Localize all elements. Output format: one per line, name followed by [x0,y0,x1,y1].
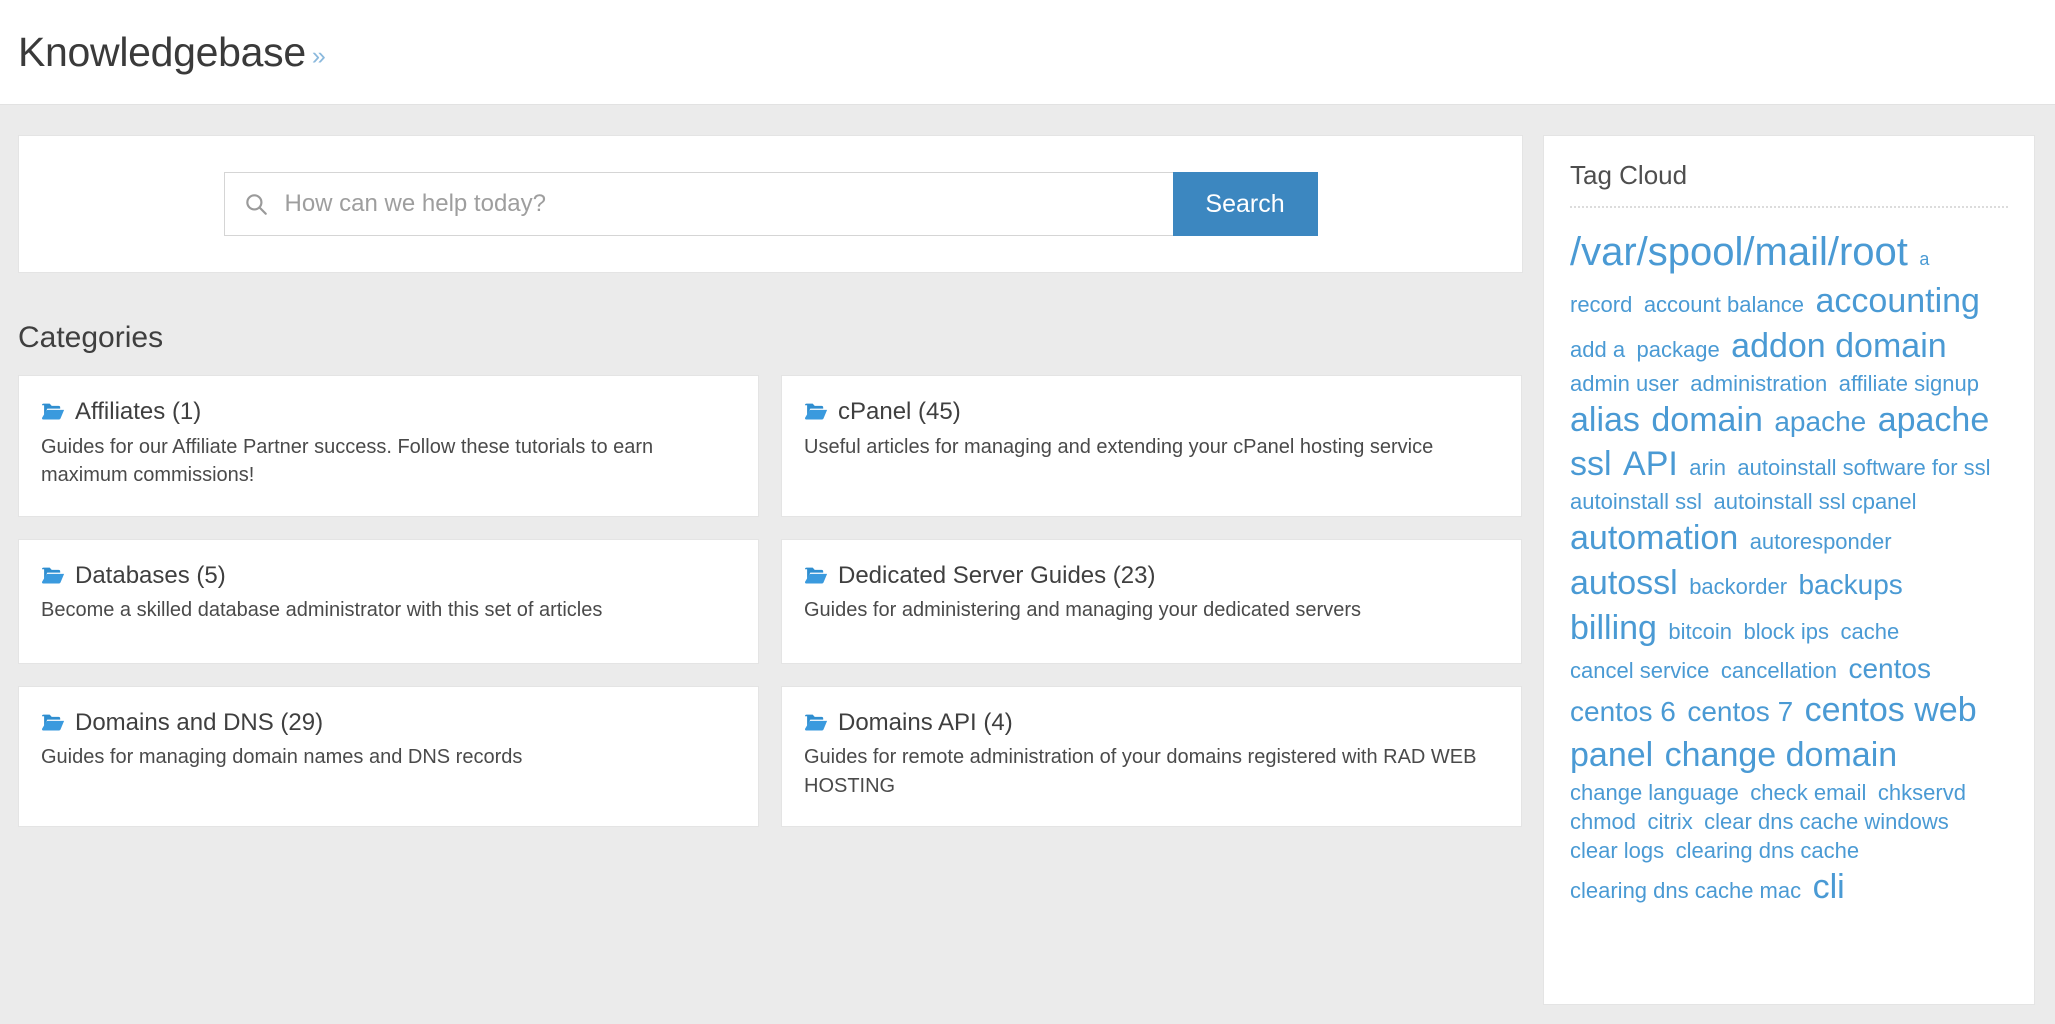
tag-cloud-item[interactable]: record [1570,292,1632,317]
category-description: Guides for our Affiliate Partner success… [41,435,654,487]
category-title: Dedicated Server Guides (23) [838,561,1156,589]
category-card-head: Domains and DNS (29) [41,709,736,738]
tag-cloud-title: Tag Cloud [1570,160,1688,190]
category-title: Domains and DNS (29) [75,708,324,736]
category-card[interactable]: cPanel (45) Useful articles for managing… [781,375,1522,517]
folder-open-icon [41,402,65,422]
category-title: Domains API (4) [838,708,1013,736]
main-content: Search Categories Affiliates (1) Guides … [18,135,1523,828]
folder-open-icon [41,713,65,733]
category-title: Affiliates (1) [75,398,202,425]
divider [1570,206,2008,208]
sidebar: Tag Cloud /var/spool/mail/root a record … [1543,135,2035,1005]
search-input[interactable] [282,189,1159,219]
tag-cloud-item[interactable]: affiliate signup [1839,371,1979,396]
tag-cloud-item[interactable]: chmod [1570,809,1636,834]
tag-cloud-item[interactable]: admin user [1570,371,1679,396]
tag-cloud-item[interactable]: ssl [1570,445,1612,483]
category-description: Useful articles for managing and extendi… [804,435,1434,458]
category-card[interactable]: Databases (5) Become a skilled database … [18,538,759,664]
tag-cloud-item[interactable]: clear logs [1570,838,1664,863]
tag-cloud-item[interactable]: change domain [1665,736,1898,774]
folder-open-icon [804,713,828,733]
tag-cloud-item[interactable]: accounting [1816,282,1980,320]
tag-cloud-item[interactable]: backorder [1689,574,1787,599]
page-title: Knowledgebase [18,28,306,75]
folder-open-icon [804,566,828,586]
tag-cloud-item[interactable]: cancellation [1721,658,1837,683]
tag-cloud-item[interactable]: automation [1570,519,1738,557]
tag-list: /var/spool/mail/root a record account ba… [1570,226,2008,910]
category-description: Guides for administering and managing yo… [804,599,1361,622]
category-card[interactable]: Domains and DNS (29) Guides for managing… [18,685,759,828]
tag-cloud-item[interactable]: cache [1841,619,1900,644]
search-icon [243,191,269,217]
tag-cloud-item[interactable]: domain [1651,401,1763,439]
tag-cloud-item[interactable]: change language [1570,780,1739,805]
tag-cloud-item[interactable]: alias [1570,401,1640,439]
tag-cloud-item[interactable]: autoinstall software for ssl [1737,455,1990,480]
tag-cloud-item[interactable]: backups [1798,569,1902,600]
tag-cloud-item[interactable]: account balance [1644,292,1804,317]
category-card[interactable]: Dedicated Server Guides (23) Guides for … [781,538,1522,664]
tag-cloud-item[interactable]: chkservd [1878,780,1966,805]
tag-cloud-item[interactable]: centos 6 [1570,696,1676,727]
search-panel: Search [18,135,1523,273]
tag-cloud-item[interactable]: cancel service [1570,658,1709,683]
tag-cloud-item[interactable]: add a [1570,337,1625,362]
tag-cloud-item[interactable]: package [1637,337,1720,362]
tag-cloud-item[interactable]: panel [1570,736,1653,774]
tag-cloud-item[interactable]: arin [1689,455,1726,480]
breadcrumb: Knowledgebase » [18,28,326,75]
tag-cloud-item[interactable]: citrix [1648,809,1693,834]
folder-open-icon [804,402,828,422]
categories-grid: Affiliates (1) Guides for our Affiliate … [18,375,1523,828]
category-title: Databases (5) [75,561,226,589]
tag-cloud-item[interactable]: autossl [1570,564,1678,602]
search-button[interactable]: Search [1172,172,1318,236]
tag-cloud-item[interactable]: clearing dns cache [1676,838,1859,863]
category-card-head: cPanel (45) [804,398,1499,427]
tag-cloud-item[interactable]: API [1623,445,1678,483]
page-body: Search Categories Affiliates (1) Guides … [0,105,2055,1024]
categories-heading: Categories [18,321,164,354]
tag-cloud-item[interactable]: centos [1848,653,1931,684]
tag-cloud-item[interactable]: administration [1690,371,1827,396]
page-header: Knowledgebase » [0,0,2055,105]
chevron-double-right-icon: » [311,41,326,70]
category-card[interactable]: Domains API (4) Guides for remote admini… [781,685,1522,828]
category-title: cPanel (45) [838,398,961,425]
category-card[interactable]: Affiliates (1) Guides for our Affiliate … [18,375,759,517]
tag-cloud-item[interactable]: cli [1813,868,1845,906]
tag-cloud-panel: Tag Cloud /var/spool/mail/root a record … [1543,135,2035,1005]
tag-cloud-item[interactable]: billing [1570,609,1657,647]
category-description: Guides for managing domain names and DNS… [41,746,523,769]
category-description: Become a skilled database administrator … [41,599,603,622]
category-card-head: Affiliates (1) [41,398,736,427]
tag-cloud-item[interactable]: autoinstall ssl cpanel [1714,489,1917,514]
category-description: Guides for remote administration of your… [804,746,1477,797]
category-card-head: Dedicated Server Guides (23) [804,562,1499,591]
category-card-head: Databases (5) [41,562,736,591]
tag-cloud-item[interactable]: bitcoin [1668,619,1732,644]
tag-cloud-item[interactable]: a [1919,249,1929,269]
tag-cloud-item[interactable]: centos web [1805,691,1977,729]
tag-cloud-item[interactable]: autoresponder [1750,529,1892,554]
folder-open-icon [41,566,65,586]
tag-cloud-item[interactable]: block ips [1743,619,1829,644]
category-card-head: Domains API (4) [804,709,1499,738]
tag-cloud-item[interactable]: clear dns cache windows [1704,809,1949,834]
tag-cloud-item[interactable]: clearing dns cache mac [1570,878,1801,903]
tag-cloud-item[interactable]: /var/spool/mail/root [1570,230,1908,274]
search-field[interactable] [223,172,1173,236]
tag-cloud-item[interactable]: check email [1750,780,1866,805]
tag-cloud-item[interactable]: addon domain [1731,327,1947,365]
tag-cloud-item[interactable]: apache [1774,406,1866,437]
tag-cloud-item[interactable]: centos 7 [1687,696,1793,727]
tag-cloud-item[interactable]: apache [1878,401,1990,439]
tag-cloud-item[interactable]: autoinstall ssl [1570,489,1702,514]
search-group: Search [223,172,1318,236]
